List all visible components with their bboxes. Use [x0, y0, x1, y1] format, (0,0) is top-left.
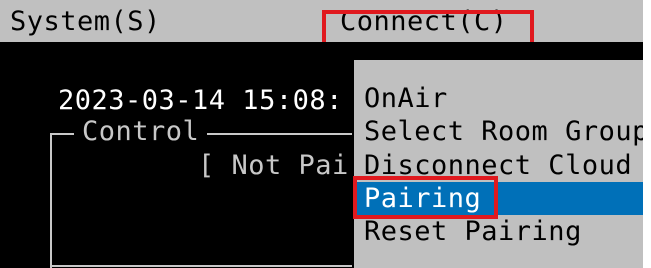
- control-panel-title: Control: [74, 117, 208, 147]
- datetime-text: 2023-03-14 15:08:: [58, 85, 343, 116]
- menu-item-reset-pairing[interactable]: Reset Pairing: [354, 215, 643, 248]
- connect-dropdown-menu: OnAir Select Room Group Disconnect Cloud…: [352, 58, 643, 268]
- menu-item-onair[interactable]: OnAir: [354, 82, 643, 115]
- pairing-highlight-box: [353, 176, 498, 219]
- menu-system[interactable]: System(S): [10, 6, 161, 38]
- control-frame-bottom: [50, 265, 370, 267]
- pairing-status-text: [ Not Pai: [198, 150, 349, 181]
- control-frame-left: [50, 133, 52, 268]
- menu-item-select-room-group[interactable]: Select Room Group: [354, 115, 643, 148]
